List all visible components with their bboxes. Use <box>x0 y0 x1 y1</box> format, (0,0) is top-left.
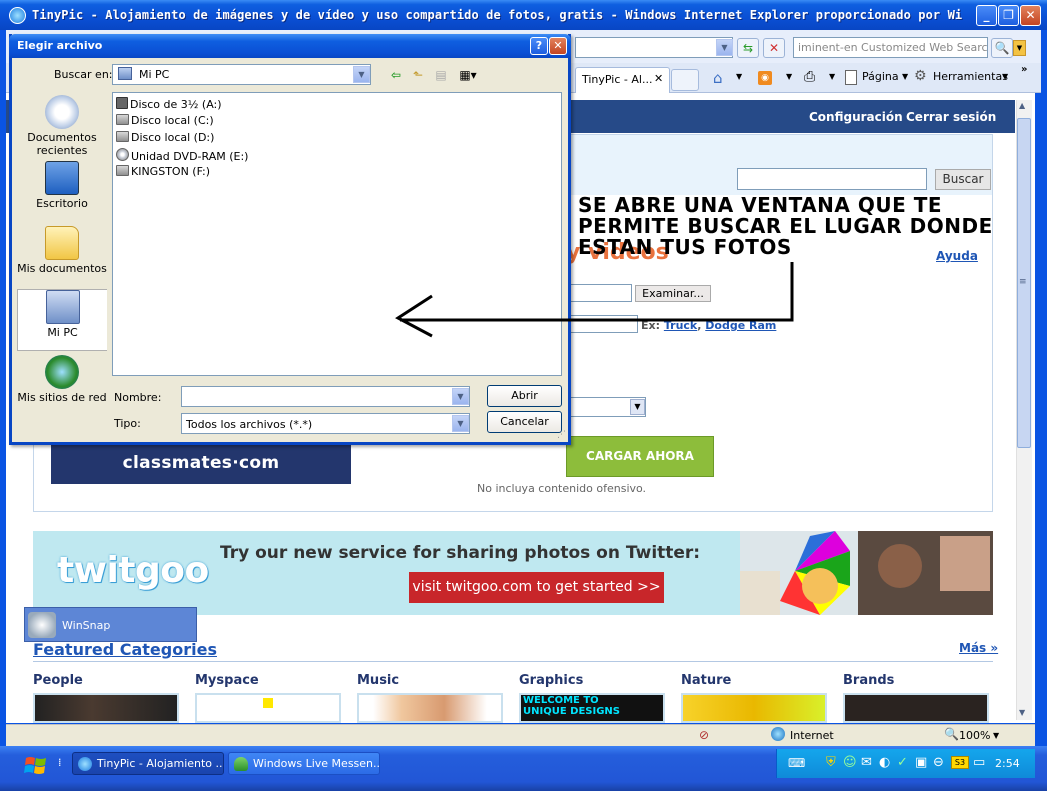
annotation-arrow <box>395 262 794 338</box>
